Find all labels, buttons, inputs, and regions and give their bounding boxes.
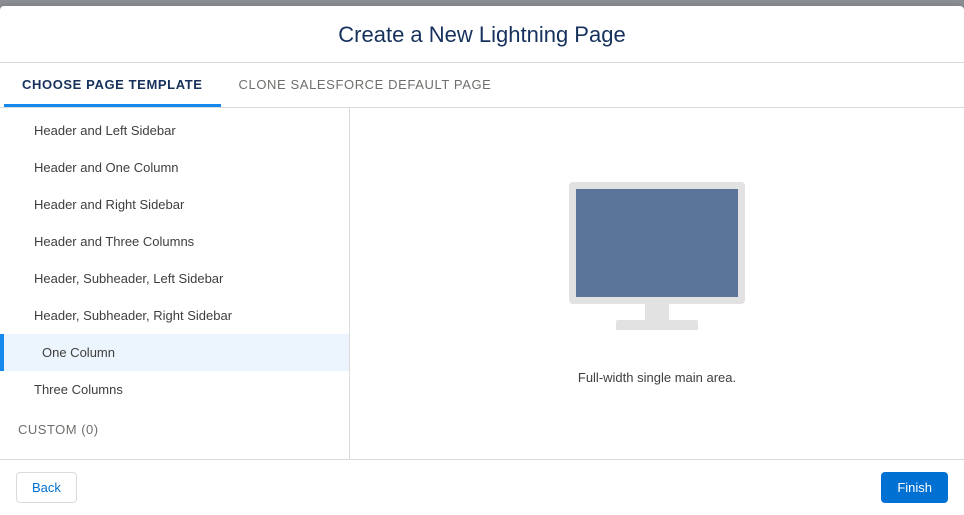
template-item-header-three-columns[interactable]: Header and Three Columns xyxy=(0,223,349,260)
monitor-frame xyxy=(569,182,745,304)
monitor-neck xyxy=(645,304,669,320)
custom-section-label: CUSTOM (0) xyxy=(0,408,349,451)
tab-clone-default[interactable]: CLONE SALESFORCE DEFAULT PAGE xyxy=(221,63,510,107)
modal-title: Create a New Lightning Page xyxy=(0,22,964,48)
template-list[interactable]: Header and Left Sidebar Header and One C… xyxy=(0,108,350,459)
template-item-header-one-column[interactable]: Header and One Column xyxy=(0,149,349,186)
template-item-header-left-sidebar[interactable]: Header and Left Sidebar xyxy=(0,112,349,149)
back-button[interactable]: Back xyxy=(16,472,77,503)
preview-description: Full-width single main area. xyxy=(578,370,736,385)
template-item-header-subheader-right[interactable]: Header, Subheader, Right Sidebar xyxy=(0,297,349,334)
monitor-icon xyxy=(569,182,745,342)
monitor-base xyxy=(616,320,698,330)
monitor-screen xyxy=(576,189,738,297)
tab-choose-template[interactable]: CHOOSE PAGE TEMPLATE xyxy=(4,63,221,107)
tab-bar: CHOOSE PAGE TEMPLATE CLONE SALESFORCE DE… xyxy=(0,63,964,108)
template-item-three-columns[interactable]: Three Columns xyxy=(0,371,349,408)
template-item-header-subheader-left[interactable]: Header, Subheader, Left Sidebar xyxy=(0,260,349,297)
modal-body: Header and Left Sidebar Header and One C… xyxy=(0,108,964,459)
modal-footer: Back Finish xyxy=(0,459,964,515)
new-lightning-page-modal: Create a New Lightning Page CHOOSE PAGE … xyxy=(0,6,964,515)
modal-header: Create a New Lightning Page xyxy=(0,6,964,63)
finish-button[interactable]: Finish xyxy=(881,472,948,503)
template-item-one-column[interactable]: One Column xyxy=(0,334,349,371)
template-preview: Full-width single main area. xyxy=(350,108,964,459)
template-item-header-right-sidebar[interactable]: Header and Right Sidebar xyxy=(0,186,349,223)
